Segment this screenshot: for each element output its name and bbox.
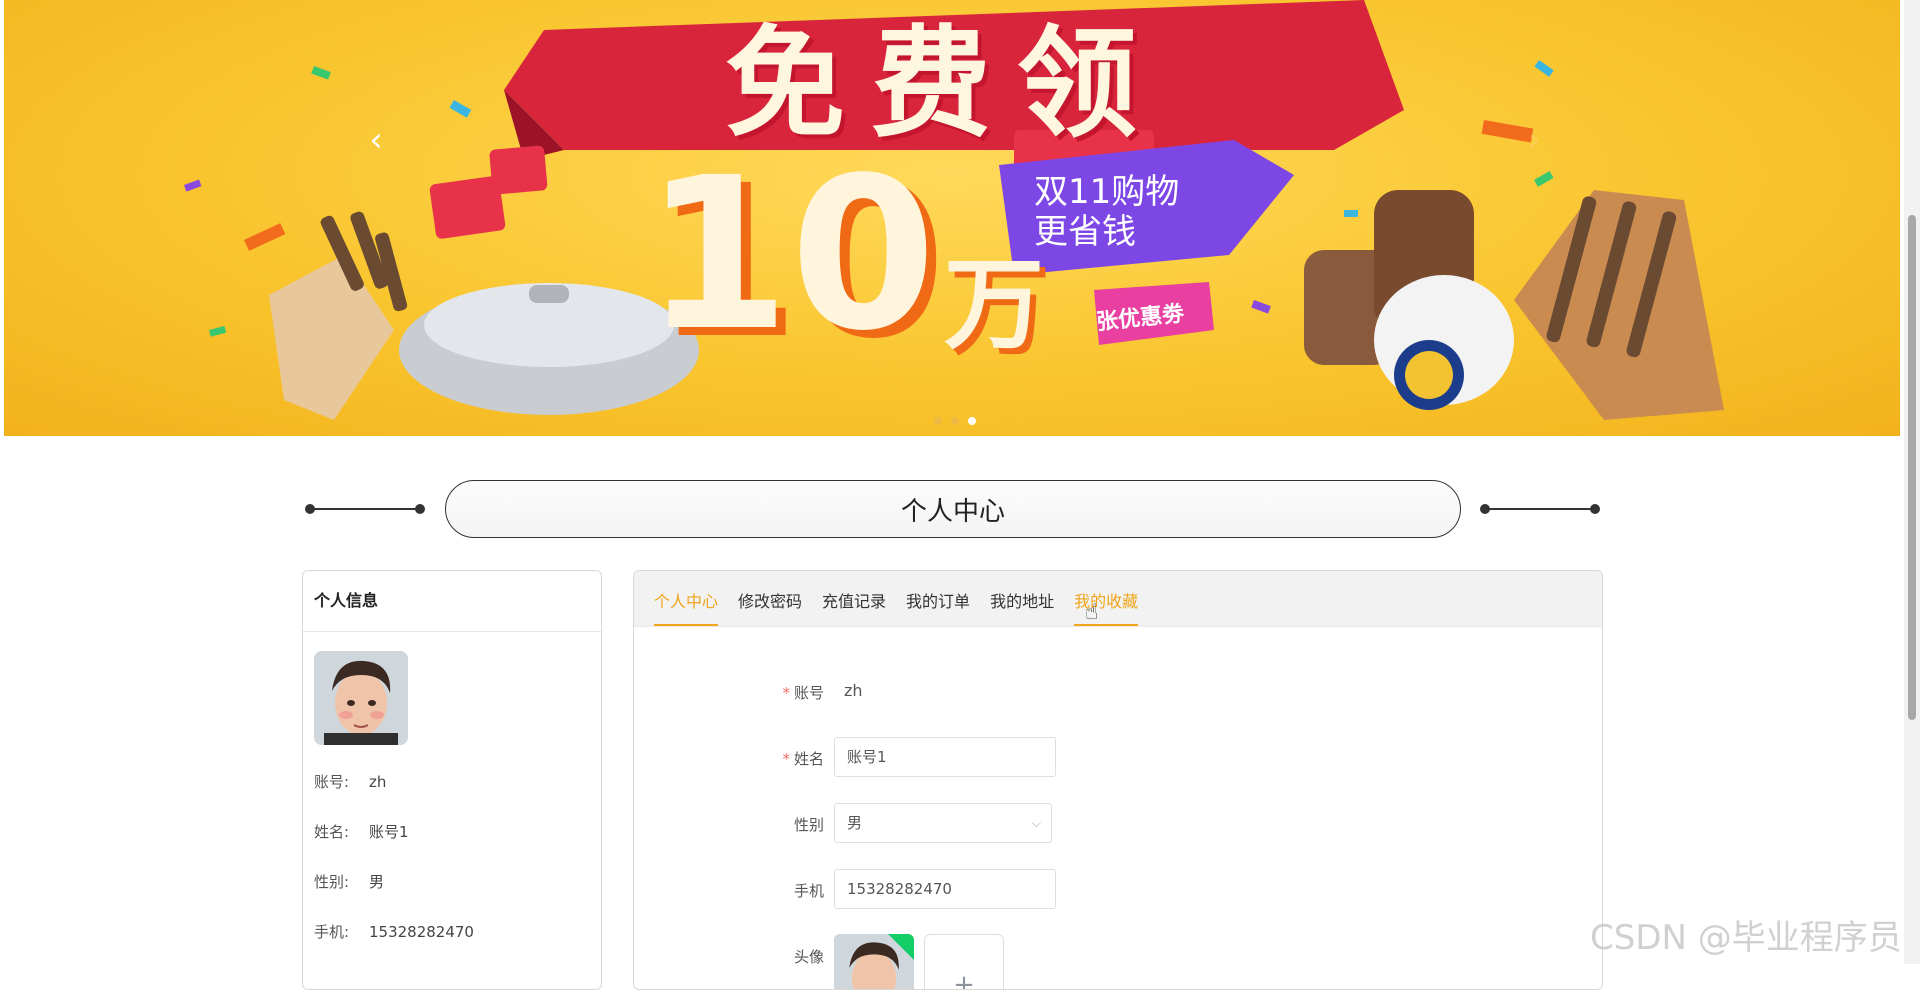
chevron-down-icon: ⌵ [1031, 816, 1041, 830]
promo-amount: 10 [644, 132, 937, 377]
scrollbar-thumb[interactable] [1908, 215, 1916, 720]
profile-info-card: 个人信息 账号: zh 姓名: 账号1 性别: 男 手机: 15328282470 [302, 570, 602, 990]
title-deco-right-line [1485, 508, 1595, 510]
gender-select[interactable]: 男 ⌵ [834, 803, 1052, 843]
name-label-text: 姓名 [793, 750, 824, 768]
profile-tabs: 个人中心 修改密码 充值记录 我的订单 我的地址 我的收藏 [634, 571, 1602, 627]
name-input[interactable]: 账号1 [834, 737, 1056, 777]
tab-recharge-records[interactable]: 充值记录 [822, 588, 886, 626]
watermark: CSDN @毕业程序员 [1590, 918, 1902, 958]
tab-my-orders[interactable]: 我的订单 [906, 588, 970, 626]
profile-row-gender: 性别: 男 [314, 871, 384, 892]
profile-row-label: 姓名: [314, 823, 350, 841]
promo-tagline-1: 双11购物 [1034, 172, 1180, 212]
promo-unit: 万 [944, 246, 1044, 363]
profile-edit-panel: 个人中心 修改密码 充值记录 我的订单 我的地址 我的收藏 * 账号 zh * 姓名… [633, 570, 1603, 990]
carousel-dot-1[interactable] [934, 417, 942, 425]
carousel-dot-3[interactable] [968, 417, 976, 425]
tab-my-address[interactable]: 我的地址 [990, 588, 1054, 626]
gender-select-value: 男 [847, 814, 863, 832]
plus-icon: + [953, 970, 975, 990]
profile-row-value: 男 [369, 873, 385, 891]
section-title: 个人中心 [445, 480, 1461, 538]
carousel-dot-2[interactable] [951, 417, 959, 425]
promo-tagline-2: 更省钱 [1034, 212, 1136, 252]
promo-tagline: 双11购物 更省钱 [1034, 172, 1224, 252]
profile-row-name: 姓名: 账号1 [314, 821, 409, 842]
promo-banner-carousel[interactable]: 免费领 10 万 双11购物 更省钱 张优惠劵 ‹ › [4, 0, 1900, 436]
account-value: zh [844, 681, 863, 700]
promo-title: 免费领 [725, 15, 1163, 154]
carousel-prev-icon[interactable]: ‹ [356, 120, 396, 160]
title-deco-left-line [310, 508, 420, 510]
profile-row-value: zh [369, 773, 387, 791]
upload-success-icon: ✓ [888, 934, 914, 960]
profile-row-value: 账号1 [369, 823, 409, 841]
required-mark: * [782, 750, 790, 768]
tab-change-password[interactable]: 修改密码 [738, 588, 802, 626]
title-deco-right-dot-2 [1590, 504, 1600, 514]
avatar-upload-button[interactable]: + [924, 934, 1004, 990]
profile-row-value: 15328282470 [369, 923, 474, 941]
profile-row-account: 账号: zh [314, 771, 386, 792]
account-label-text: 账号 [793, 684, 824, 702]
profile-row-label: 性别: [314, 873, 350, 891]
profile-row-label: 账号: [314, 773, 350, 791]
carousel-indicators [934, 417, 976, 425]
page-scrollbar[interactable] [1904, 0, 1920, 964]
gender-label: 性别 [793, 816, 824, 834]
tab-profile-center[interactable]: 个人中心 [654, 588, 719, 626]
profile-card-title: 个人信息 [303, 571, 601, 632]
title-deco-left-dot-2 [415, 504, 425, 514]
hand-cursor-icon: ☝ [1085, 600, 1099, 625]
phone-input[interactable]: 15328282470 [834, 869, 1056, 909]
carousel-next-icon[interactable]: › [1514, 120, 1554, 160]
avatar [314, 651, 408, 745]
required-mark: * [782, 684, 790, 702]
profile-row-label: 手机: [314, 923, 350, 941]
tab-my-favorites[interactable]: 我的收藏 [1074, 588, 1139, 626]
profile-row-phone: 手机: 15328282470 [314, 921, 474, 942]
name-label: * 姓名 [724, 748, 824, 769]
phone-label: 手机 [793, 882, 824, 900]
avatar-upload-preview[interactable]: ✓ [834, 934, 914, 989]
account-label: * 账号 [724, 682, 824, 703]
